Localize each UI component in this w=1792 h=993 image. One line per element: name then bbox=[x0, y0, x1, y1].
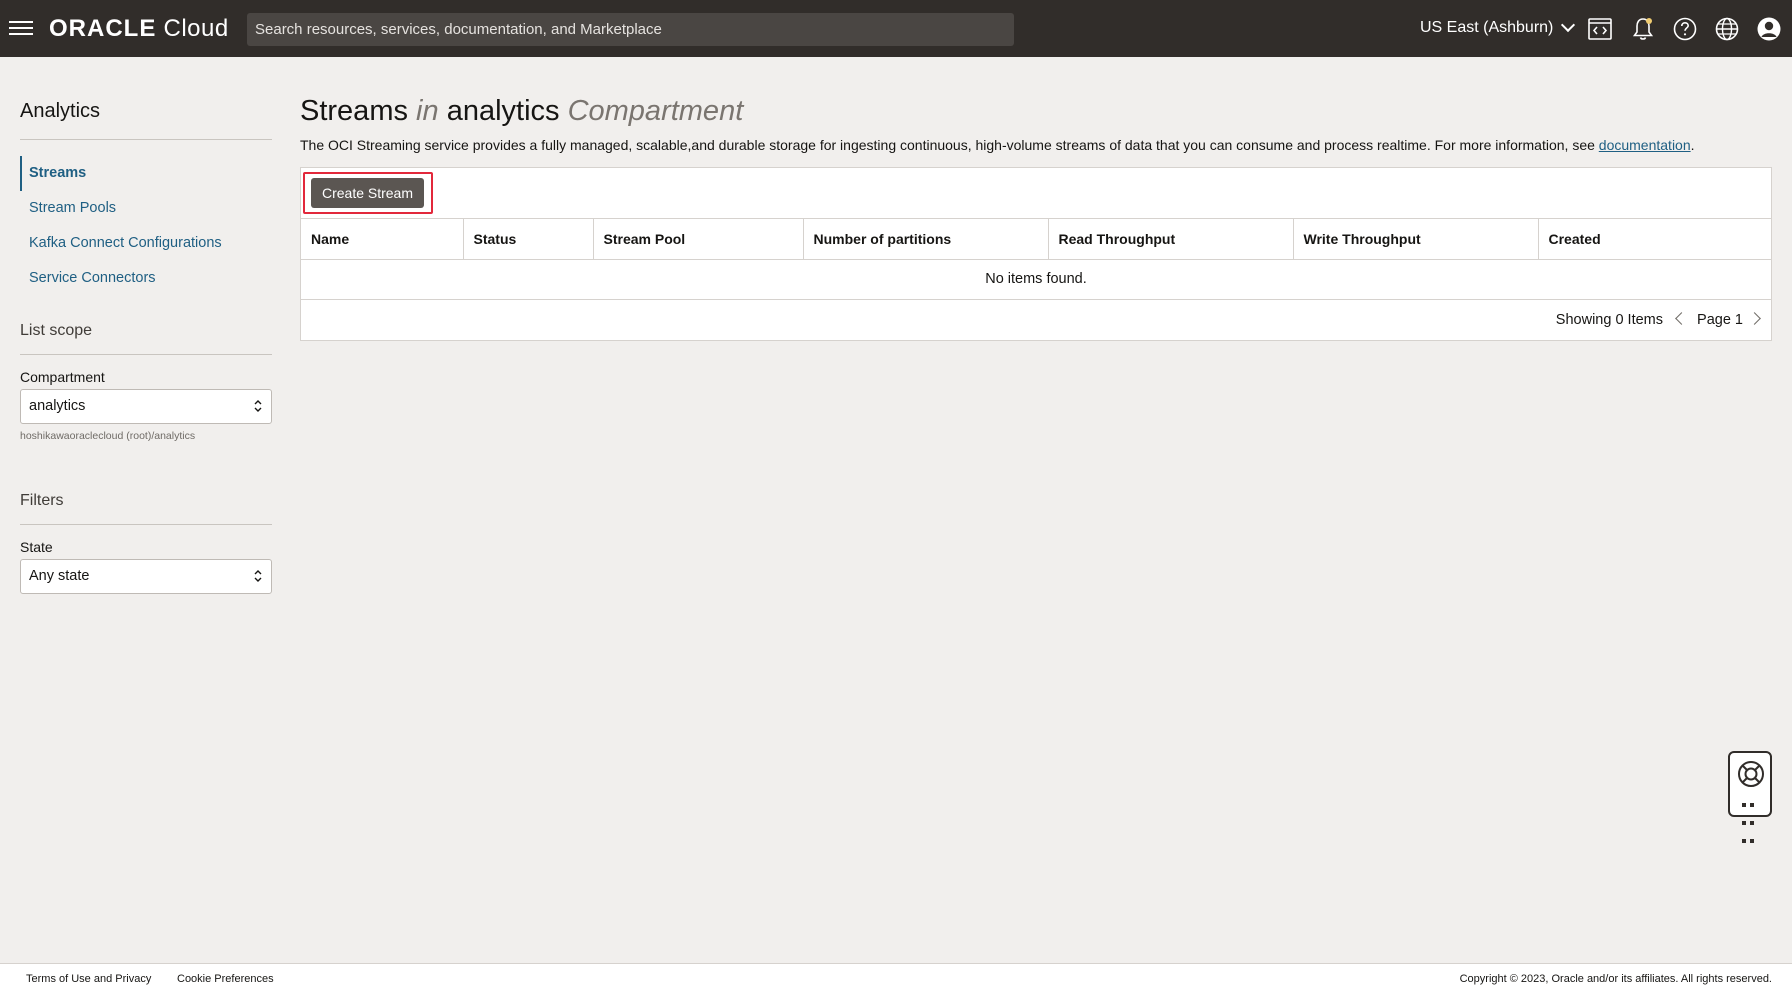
column-header-created[interactable]: Created bbox=[1538, 219, 1771, 260]
sidebar-item-kafka-connect-configurations[interactable]: Kafka Connect Configurations bbox=[20, 226, 272, 261]
state-label: State bbox=[20, 539, 53, 555]
top-navigation-bar: ORACLE Cloud Search resources, services,… bbox=[0, 0, 1792, 57]
filters-title: Filters bbox=[20, 492, 64, 509]
table-toolbar: Create Stream bbox=[301, 168, 1771, 219]
notifications-bell-icon[interactable] bbox=[1630, 16, 1656, 42]
compartment-select[interactable]: analytics bbox=[20, 389, 272, 424]
compartment-label: Compartment bbox=[20, 369, 105, 385]
table-header-row: Name Status Stream Pool Number of partit… bbox=[301, 219, 1771, 260]
lifebuoy-icon bbox=[1738, 761, 1764, 787]
state-value: Any state bbox=[29, 568, 90, 584]
title-in: in bbox=[416, 95, 439, 127]
logo-cloud: Cloud bbox=[163, 15, 229, 42]
help-support-widget[interactable] bbox=[1728, 751, 1772, 843]
page-description: The OCI Streaming service provides a ful… bbox=[300, 137, 1695, 153]
title-main: Streams bbox=[300, 95, 408, 127]
filters-divider bbox=[20, 524, 272, 525]
column-header-number-of-partitions[interactable]: Number of partitions bbox=[803, 219, 1049, 260]
streams-table-panel: Create Stream Name Status Stream Pool Nu… bbox=[300, 167, 1772, 341]
language-globe-icon[interactable] bbox=[1714, 16, 1740, 42]
search-input[interactable]: Search resources, services, documentatio… bbox=[247, 13, 1014, 46]
copyright-text: Copyright © 2023, Oracle and/or its affi… bbox=[1459, 973, 1772, 985]
oracle-cloud-logo[interactable]: ORACLE Cloud bbox=[49, 15, 229, 43]
list-scope-divider bbox=[20, 354, 272, 355]
column-header-read-throughput[interactable]: Read Throughput bbox=[1048, 219, 1294, 260]
hamburger-menu-icon[interactable] bbox=[9, 17, 35, 39]
column-header-status[interactable]: Status bbox=[463, 219, 594, 260]
empty-message: No items found. bbox=[301, 259, 1771, 300]
select-arrows-icon bbox=[254, 570, 262, 582]
region-label: US East (Ashburn) bbox=[1420, 19, 1554, 36]
sidebar-item-service-connectors[interactable]: Service Connectors bbox=[20, 261, 272, 296]
select-arrows-icon bbox=[254, 400, 262, 412]
help-question-icon[interactable] bbox=[1672, 16, 1698, 42]
list-scope-title: List scope bbox=[20, 322, 93, 339]
page-title: Streams in analytics Compartment bbox=[300, 95, 1772, 128]
cookie-preferences-link[interactable]: Cookie Preferences bbox=[177, 973, 274, 985]
chevron-left-icon[interactable] bbox=[1675, 311, 1688, 325]
title-compartment-name: analytics bbox=[446, 95, 560, 127]
column-header-write-throughput[interactable]: Write Throughput bbox=[1293, 219, 1539, 260]
chevron-down-icon bbox=[1561, 17, 1576, 33]
sidebar-divider bbox=[20, 139, 272, 140]
region-selector[interactable]: US East (Ashburn) bbox=[1420, 17, 1576, 37]
chevron-right-icon[interactable] bbox=[1748, 311, 1761, 325]
pagination: Showing 0 Items Page 1 bbox=[301, 300, 1771, 340]
apps-grid-icon bbox=[1740, 795, 1762, 843]
sidebar-item-stream-pools[interactable]: Stream Pools bbox=[20, 191, 272, 226]
description-text: The OCI Streaming service provides a ful… bbox=[300, 137, 1599, 153]
items-count: Showing 0 Items bbox=[1555, 311, 1663, 328]
streams-table: Name Status Stream Pool Number of partit… bbox=[301, 219, 1771, 300]
main-content: Streams in analytics Compartment The OCI… bbox=[300, 95, 1772, 341]
title-compartment-word: Compartment bbox=[567, 95, 744, 127]
sidebar-nav: Streams Stream Pools Kafka Connect Confi… bbox=[20, 156, 272, 296]
sidebar-title: Analytics bbox=[20, 100, 101, 122]
documentation-link[interactable]: documentation bbox=[1599, 137, 1691, 153]
compartment-path: hoshikawaoraclecloud (root)/analytics bbox=[20, 430, 196, 442]
page-number: Page 1 bbox=[1697, 311, 1743, 328]
left-sidebar: Analytics Streams Stream Pools Kafka Con… bbox=[20, 100, 272, 594]
column-header-name[interactable]: Name bbox=[301, 219, 464, 260]
terms-link[interactable]: Terms of Use and Privacy bbox=[26, 973, 151, 985]
logo-brand: ORACLE bbox=[49, 15, 157, 42]
column-header-stream-pool[interactable]: Stream Pool bbox=[593, 219, 804, 260]
user-profile-icon[interactable] bbox=[1756, 16, 1782, 42]
page-footer: Terms of Use and Privacy Cookie Preferen… bbox=[0, 963, 1792, 993]
compartment-value: analytics bbox=[29, 398, 86, 414]
state-select[interactable]: Any state bbox=[20, 559, 272, 594]
cloud-shell-icon[interactable] bbox=[1587, 16, 1613, 42]
table-row: No items found. bbox=[301, 259, 1771, 300]
create-stream-button[interactable]: Create Stream bbox=[311, 178, 424, 208]
sidebar-item-streams[interactable]: Streams bbox=[20, 156, 272, 191]
